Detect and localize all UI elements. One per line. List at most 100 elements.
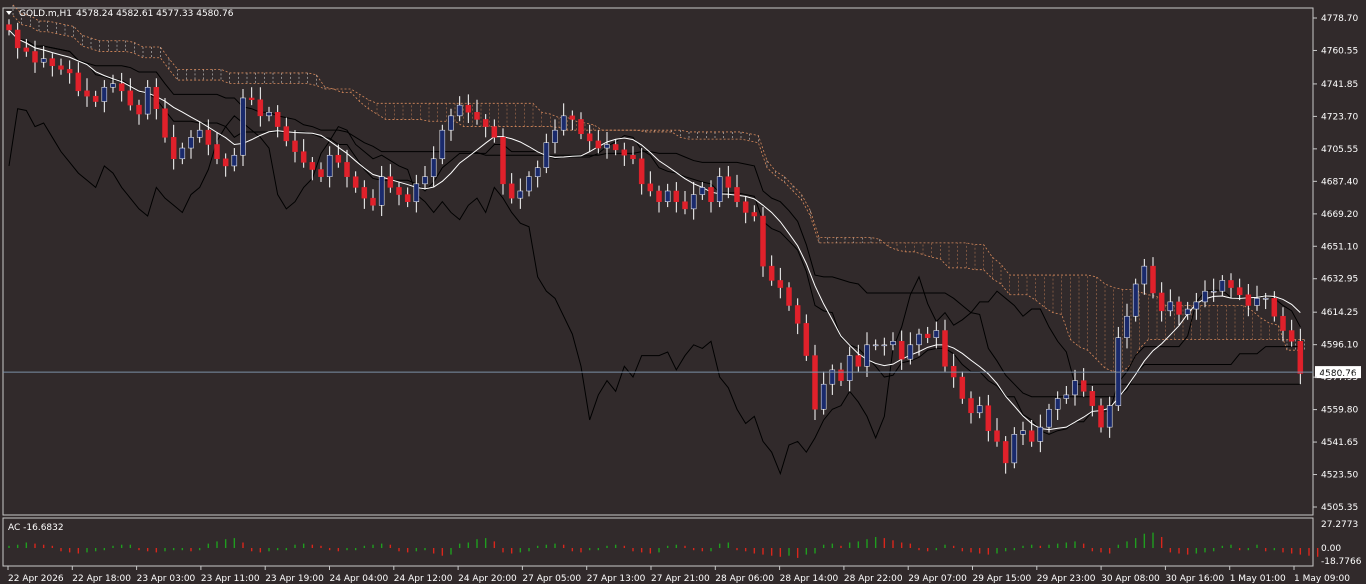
candle-body xyxy=(924,333,931,338)
candle-body xyxy=(361,187,368,199)
candle-body xyxy=(794,305,801,324)
candle-body xyxy=(812,355,818,410)
candle-body xyxy=(23,47,30,52)
time-label: 23 Apr 11:00 xyxy=(201,574,260,584)
candle-body xyxy=(630,154,636,160)
price-label: 4705.55 xyxy=(1321,145,1358,155)
candle-body xyxy=(283,126,290,142)
candle-body xyxy=(196,129,203,138)
candle-body xyxy=(1262,298,1269,300)
candle-body xyxy=(292,140,298,152)
candle-body xyxy=(1176,301,1182,315)
ac-histogram xyxy=(8,532,1319,558)
time-label: 30 Apr 16:00 xyxy=(1165,574,1224,584)
senkou-span-b xyxy=(12,15,1305,351)
candle-body xyxy=(318,169,324,177)
candle-body xyxy=(1193,301,1200,310)
candle-body xyxy=(768,265,775,281)
candle-body xyxy=(430,158,437,177)
time-label: 27 Apr 13:00 xyxy=(587,574,646,584)
candle-body xyxy=(439,129,446,160)
candle-body xyxy=(1288,330,1295,342)
candle-body xyxy=(1245,294,1252,306)
candle-body xyxy=(1271,298,1278,317)
candle-body xyxy=(760,215,766,267)
candle-body xyxy=(222,158,229,167)
candle-body xyxy=(595,140,602,149)
candle-body xyxy=(994,430,1000,442)
candle-body xyxy=(162,108,168,138)
candle-body xyxy=(708,187,714,202)
candle-body xyxy=(976,405,983,414)
candle-body xyxy=(682,201,688,210)
candle-body xyxy=(543,142,550,168)
time-label: 24 Apr 12:00 xyxy=(394,574,453,584)
ichimoku-lines xyxy=(8,29,1301,476)
ohlc-values: 4578.24 4582.61 4577.33 4580.76 xyxy=(76,9,234,19)
candle-body xyxy=(1150,265,1156,294)
indicator-scale-label: 0.00 xyxy=(1321,544,1341,554)
candle-body xyxy=(552,129,558,143)
candle-body xyxy=(968,398,974,414)
time-label: 28 Apr 06:00 xyxy=(715,574,774,584)
chikou-span-line xyxy=(8,108,1301,476)
candle-body xyxy=(898,341,905,360)
candle-body xyxy=(803,323,810,356)
candle-body xyxy=(664,190,671,202)
candle-body xyxy=(66,69,73,74)
candle-body xyxy=(6,24,12,31)
price-label: 4723.70 xyxy=(1321,112,1358,122)
candle-body xyxy=(517,190,524,199)
candle-body xyxy=(188,137,194,149)
candle-body xyxy=(101,86,108,102)
time-label: 1 May 09:00 xyxy=(1294,574,1350,584)
candle-body xyxy=(578,119,584,134)
price-label: 4523.50 xyxy=(1321,471,1358,481)
indicator-label: AC -16.6832 xyxy=(8,523,64,533)
candle-body xyxy=(864,344,870,367)
candle-body xyxy=(465,104,472,113)
candle-body xyxy=(959,376,966,399)
price-label: 4541.65 xyxy=(1321,438,1358,448)
candle-body xyxy=(1167,301,1174,312)
candle-body xyxy=(179,147,186,160)
candle-body xyxy=(1046,408,1052,428)
price-label: 4577.95 xyxy=(1321,373,1358,383)
candle-body xyxy=(586,133,593,142)
candle-body xyxy=(14,29,21,49)
price-label: 4778.70 xyxy=(1321,14,1358,24)
candle-body xyxy=(725,176,732,188)
price-chart[interactable]: 4580.764778.704760.554741.854723.704705.… xyxy=(0,0,1366,584)
candle-body xyxy=(855,355,862,367)
candle-body xyxy=(370,197,376,206)
candle-body xyxy=(49,58,56,67)
candle-body xyxy=(40,58,47,63)
candle-body xyxy=(907,344,914,360)
candle-body xyxy=(1002,441,1009,464)
candle-body xyxy=(916,333,922,346)
price-label: 4596.10 xyxy=(1321,341,1358,351)
kijun-sen-line xyxy=(8,29,1301,398)
candle-body xyxy=(699,187,706,195)
candle-body xyxy=(734,187,740,202)
candle-body xyxy=(422,176,428,185)
candle-body xyxy=(1098,405,1104,428)
candle-body xyxy=(500,137,506,185)
candle-body xyxy=(621,149,628,156)
candle-body xyxy=(482,119,489,127)
candle-body xyxy=(1037,426,1044,442)
time-label: 28 Apr 14:00 xyxy=(780,574,839,584)
candle-body xyxy=(656,190,662,202)
candle-body xyxy=(1020,430,1026,435)
candle-body xyxy=(526,176,532,192)
candle-body xyxy=(153,86,160,109)
chart-menu-icon xyxy=(6,11,12,15)
tenkan-sen-line xyxy=(8,29,1301,435)
candle-body xyxy=(1184,308,1191,315)
moving-average-line xyxy=(8,29,1301,431)
candle-body xyxy=(1132,283,1139,317)
candle-body xyxy=(751,212,758,217)
candle-body xyxy=(231,154,238,167)
candle-body xyxy=(309,162,316,170)
candle-body xyxy=(118,83,125,92)
